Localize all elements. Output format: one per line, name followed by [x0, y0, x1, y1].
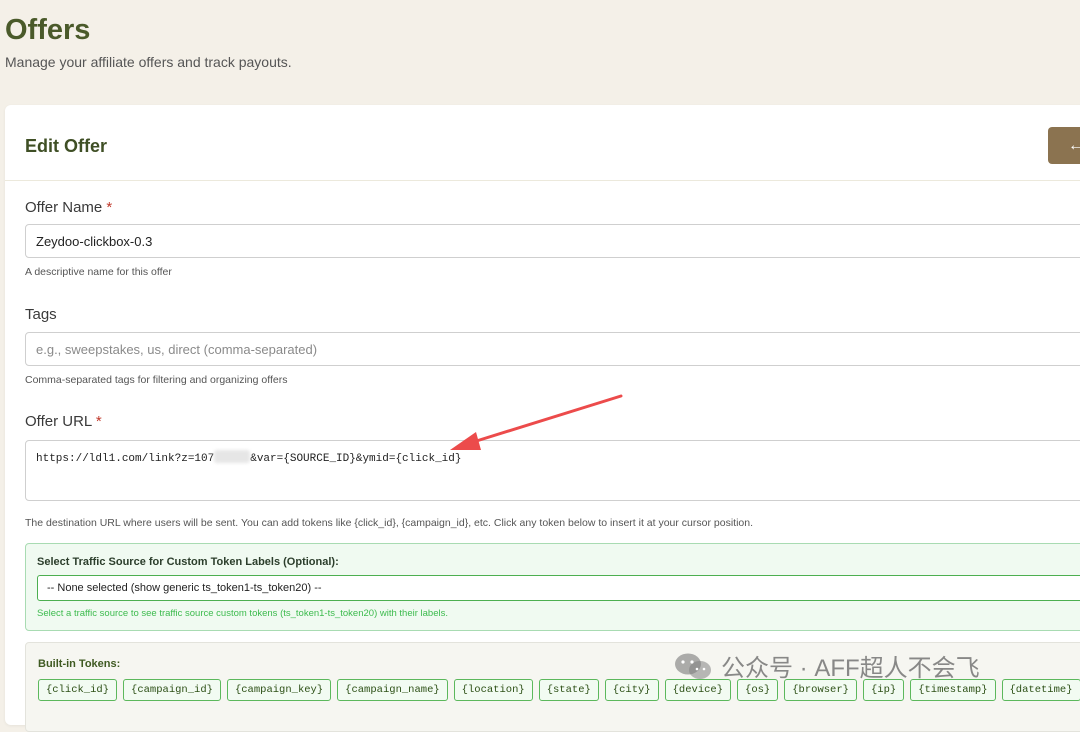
required-mark: * [106, 199, 112, 216]
page-title: Offers [5, 10, 292, 50]
offer-name-label: Offer Name * [25, 199, 112, 216]
token-button[interactable]: {state} [539, 679, 599, 701]
redacted-blur [214, 450, 250, 463]
required-mark: * [96, 413, 102, 430]
wechat-icon [673, 651, 713, 681]
token-button[interactable]: {location} [454, 679, 533, 701]
token-button[interactable]: {campaign_name} [337, 679, 448, 701]
token-button[interactable]: {city} [605, 679, 659, 701]
traffic-source-help: Select a traffic source to see traffic s… [37, 608, 448, 619]
page-header: Offers Manage your affiliate offers and … [5, 10, 292, 70]
tags-help: Comma-separated tags for filtering and o… [25, 374, 287, 386]
offer-url-value-suffix: &var={SOURCE_ID}&ymid={click_id} [250, 453, 461, 465]
page-subtitle: Manage your affiliate offers and track p… [5, 54, 292, 70]
traffic-source-select[interactable]: -- None selected (show generic ts_token1… [37, 575, 1080, 601]
card-header: Edit Offer ← [5, 105, 1080, 181]
card-title: Edit Offer [25, 136, 107, 157]
tags-label: Tags [25, 306, 57, 323]
builtin-tokens-label: Built-in Tokens: [38, 658, 120, 670]
offer-url-value-prefix: https://ldl1.com/link?z=107 [36, 453, 214, 465]
back-button[interactable]: ← [1048, 127, 1080, 164]
token-button[interactable]: {datetime} [1002, 679, 1080, 701]
token-button[interactable]: {click_id} [38, 679, 117, 701]
offer-url-textarea[interactable]: https://ldl1.com/link?z=107&var={SOURCE_… [25, 440, 1080, 501]
token-button[interactable]: {campaign_key} [227, 679, 331, 701]
watermark: 公众号 · AFF超人不会飞 [673, 648, 980, 683]
token-button[interactable]: {campaign_id} [123, 679, 221, 701]
tags-input[interactable] [25, 332, 1080, 366]
arrow-left-icon: ← [1068, 137, 1080, 154]
offer-url-label: Offer URL * [25, 413, 102, 430]
offer-url-help: The destination URL where users will be … [25, 517, 753, 529]
offer-name-input[interactable] [25, 224, 1080, 258]
traffic-source-panel: Select Traffic Source for Custom Token L… [25, 543, 1080, 631]
offer-name-help: A descriptive name for this offer [25, 266, 172, 278]
traffic-source-label: Select Traffic Source for Custom Token L… [37, 556, 339, 568]
edit-offer-card: Edit Offer ← Offer Name * A descriptive … [5, 105, 1080, 725]
watermark-text: 公众号 · AFF超人不会飞 [721, 648, 980, 683]
